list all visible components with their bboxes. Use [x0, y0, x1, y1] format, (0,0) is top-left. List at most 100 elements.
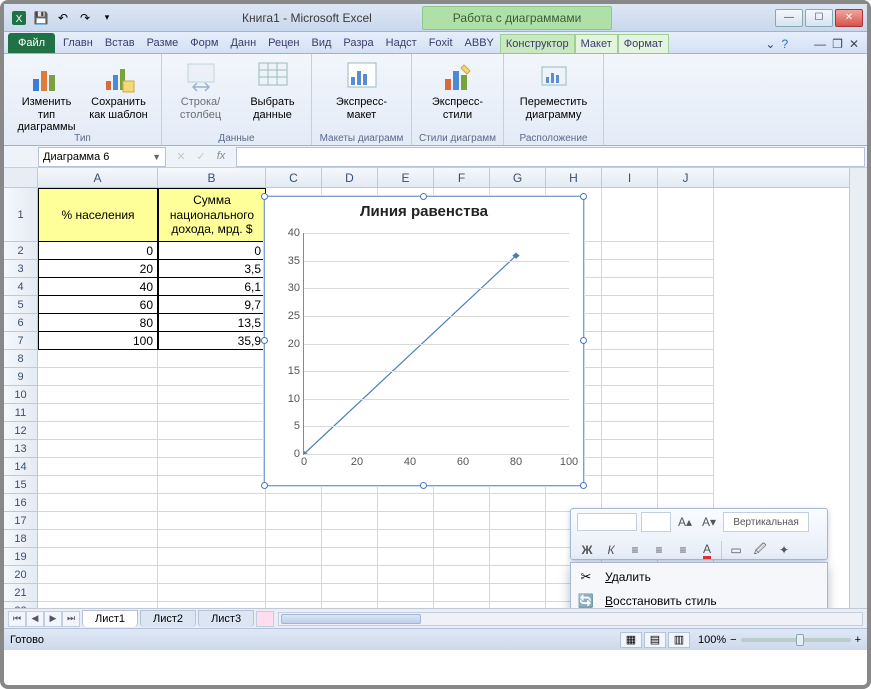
chart-object[interactable]: Линия равенства 051015202530354002040608…: [264, 196, 584, 486]
cell[interactable]: [490, 566, 546, 584]
vertical-text-button[interactable]: Вертикальная: [723, 512, 809, 532]
tab-2[interactable]: Разме: [141, 33, 185, 53]
row-header[interactable]: 9: [4, 368, 38, 386]
cell[interactable]: [158, 386, 266, 404]
row-header[interactable]: 15: [4, 476, 38, 494]
horizontal-scrollbar[interactable]: [278, 612, 863, 626]
cell[interactable]: [602, 278, 658, 296]
cell[interactable]: [434, 566, 490, 584]
row-header[interactable]: 17: [4, 512, 38, 530]
cell[interactable]: % населения: [38, 188, 158, 242]
cell[interactable]: [434, 548, 490, 566]
column-headers[interactable]: ABCDEFGHIJ: [38, 168, 849, 188]
col-header[interactable]: H: [546, 168, 602, 187]
cell[interactable]: [158, 584, 266, 602]
new-sheet-button[interactable]: [256, 611, 274, 627]
cell[interactable]: [490, 584, 546, 602]
fill-color-icon[interactable]: 🖉: [750, 540, 770, 560]
cell[interactable]: [602, 242, 658, 260]
menu-item-0[interactable]: ✂Удалить: [571, 565, 827, 589]
chart-title[interactable]: Линия равенства: [265, 197, 583, 222]
cell[interactable]: [322, 566, 378, 584]
help-icon[interactable]: ?: [781, 37, 788, 51]
tab-5[interactable]: Рецен: [262, 33, 305, 53]
cell[interactable]: [38, 404, 158, 422]
outline-icon[interactable]: ▭: [726, 540, 746, 560]
col-header[interactable]: C: [266, 168, 322, 187]
row-header[interactable]: 8: [4, 350, 38, 368]
cell[interactable]: [378, 548, 434, 566]
font-name-input[interactable]: [577, 513, 637, 531]
cell[interactable]: [38, 368, 158, 386]
cell[interactable]: [658, 458, 714, 476]
cell[interactable]: 60: [38, 296, 158, 314]
cell[interactable]: [158, 494, 266, 512]
minimize-ribbon-icon[interactable]: ⌄: [765, 37, 775, 51]
cell[interactable]: [38, 422, 158, 440]
cell[interactable]: [602, 350, 658, 368]
col-header[interactable]: D: [322, 168, 378, 187]
zoom-in-button[interactable]: +: [855, 634, 861, 646]
cell[interactable]: [602, 260, 658, 278]
cell[interactable]: 0: [38, 242, 158, 260]
row-header[interactable]: 6: [4, 314, 38, 332]
row-header[interactable]: 2: [4, 242, 38, 260]
col-header[interactable]: F: [434, 168, 490, 187]
save-icon[interactable]: 💾: [30, 8, 52, 28]
align-left-icon[interactable]: ≡: [625, 540, 645, 560]
cell[interactable]: [434, 512, 490, 530]
tab-0[interactable]: Главн: [57, 33, 99, 53]
resize-handle[interactable]: [580, 193, 587, 200]
cell[interactable]: 20: [38, 260, 158, 278]
sheet-tab[interactable]: Лист1: [82, 610, 138, 627]
save-as-template-button[interactable]: Сохранить как шаблон: [85, 56, 153, 121]
tab-ctx-1[interactable]: Макет: [575, 34, 618, 53]
file-tab[interactable]: Файл: [8, 33, 55, 53]
cell[interactable]: [322, 584, 378, 602]
last-sheet-button[interactable]: ⏭: [62, 611, 80, 627]
cell[interactable]: [490, 494, 546, 512]
cell[interactable]: [38, 584, 158, 602]
row-header[interactable]: 1: [4, 188, 38, 242]
quick-layout-button[interactable]: Экспресс-макет: [328, 56, 396, 121]
cell[interactable]: 35,9: [158, 332, 266, 350]
font-size-input[interactable]: [641, 512, 671, 532]
cell[interactable]: [38, 458, 158, 476]
align-center-icon[interactable]: ≡: [649, 540, 669, 560]
vertical-scrollbar[interactable]: [849, 168, 867, 628]
cell[interactable]: [658, 188, 714, 242]
wb-close-icon[interactable]: ✕: [849, 37, 859, 51]
cell[interactable]: [158, 404, 266, 422]
zoom-level[interactable]: 100%: [698, 634, 726, 646]
cell[interactable]: [602, 314, 658, 332]
cell[interactable]: [378, 584, 434, 602]
undo-icon[interactable]: ↶: [52, 8, 74, 28]
shrink-font-icon[interactable]: A▾: [699, 512, 719, 532]
tab-7[interactable]: Разра: [337, 33, 379, 53]
cell[interactable]: [658, 350, 714, 368]
first-sheet-button[interactable]: ⏮: [8, 611, 26, 627]
cell[interactable]: [434, 530, 490, 548]
tab-8[interactable]: Надст: [380, 33, 423, 53]
row-header[interactable]: 11: [4, 404, 38, 422]
enter-icon[interactable]: ✓: [192, 150, 210, 163]
sheet-tab[interactable]: Лист2: [140, 610, 196, 627]
switch-row-column-button[interactable]: Строка/столбец: [167, 56, 235, 121]
sheet-tab[interactable]: Лист3: [198, 610, 254, 627]
cell[interactable]: [38, 350, 158, 368]
cell[interactable]: 3,5: [158, 260, 266, 278]
cell[interactable]: [602, 404, 658, 422]
cell[interactable]: [266, 584, 322, 602]
cell[interactable]: [658, 386, 714, 404]
tab-10[interactable]: ABBY: [459, 33, 500, 53]
cell[interactable]: [434, 584, 490, 602]
cell[interactable]: 100: [38, 332, 158, 350]
effects-icon[interactable]: ✦: [774, 540, 794, 560]
cell[interactable]: [38, 512, 158, 530]
cell[interactable]: [38, 440, 158, 458]
cell[interactable]: [658, 332, 714, 350]
tab-ctx-0[interactable]: Конструктор: [500, 34, 575, 53]
name-box[interactable]: Диаграмма 6▼: [38, 147, 166, 167]
row-header[interactable]: 3: [4, 260, 38, 278]
resize-handle[interactable]: [261, 482, 268, 489]
